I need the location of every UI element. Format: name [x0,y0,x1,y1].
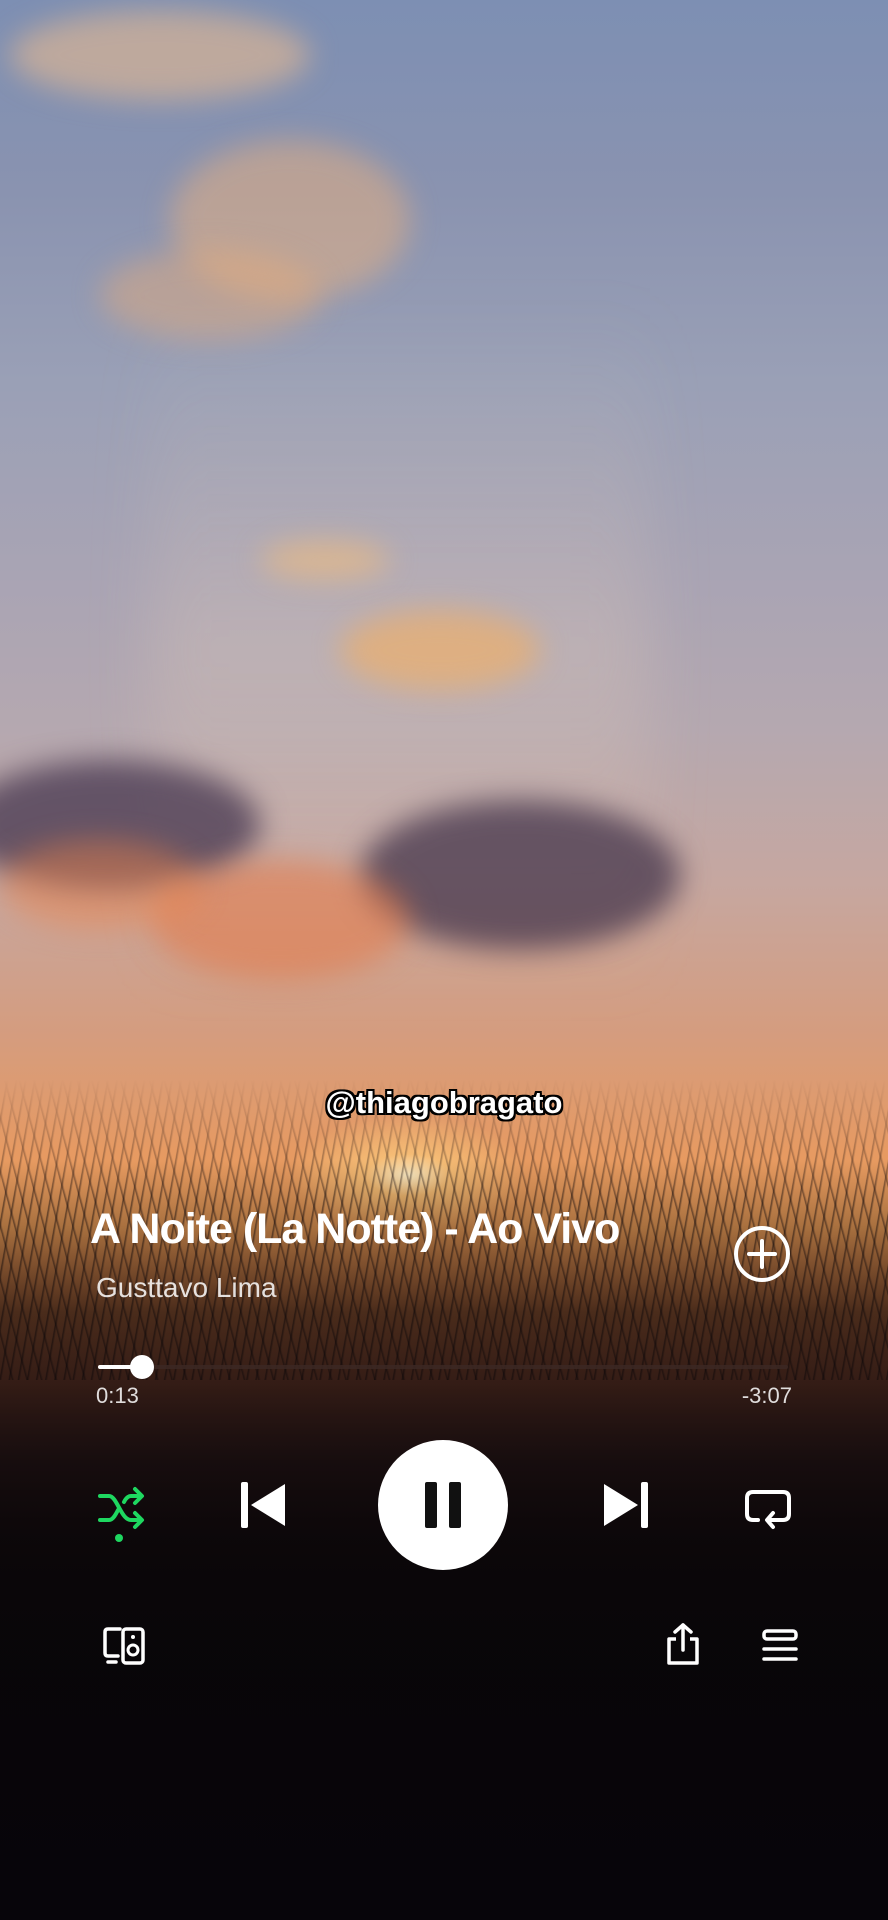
shuffle-button[interactable] [94,1480,150,1536]
previous-button[interactable] [233,1475,293,1535]
track-artist[interactable]: Gusttavo Lima [96,1272,277,1304]
share-button[interactable] [657,1618,709,1670]
remaining-time: -3:07 [741,1383,792,1408]
connect-devices-button[interactable] [98,1620,150,1672]
repeat-icon [745,1490,791,1529]
connect-devices-icon [103,1627,145,1665]
add-to-library-button[interactable] [733,1225,791,1283]
skip-previous-icon [241,1482,285,1528]
pause-icon [425,1482,461,1528]
progress-bar[interactable] [98,1355,788,1379]
skip-next-icon [604,1482,648,1528]
elapsed-time: 0:13 [96,1383,139,1408]
queue-icon [762,1629,798,1661]
progress-scrubber[interactable] [130,1355,155,1379]
play-pause-button[interactable] [378,1440,508,1570]
watermark-handle: @thiagobragato [325,1085,563,1120]
next-button[interactable] [596,1475,656,1535]
now-playing-screen: @thiagobragato A Noite (La Notte) - Ao V… [0,0,888,1920]
repeat-button[interactable] [740,1480,796,1536]
plus-circle-icon [734,1226,790,1282]
shuffle-icon [98,1487,144,1529]
track-title: A Noite (La Notte) - Ao Vivo [90,1205,620,1253]
queue-button[interactable] [754,1620,806,1672]
share-icon [667,1623,699,1665]
shuffle-active-indicator [115,1534,123,1542]
